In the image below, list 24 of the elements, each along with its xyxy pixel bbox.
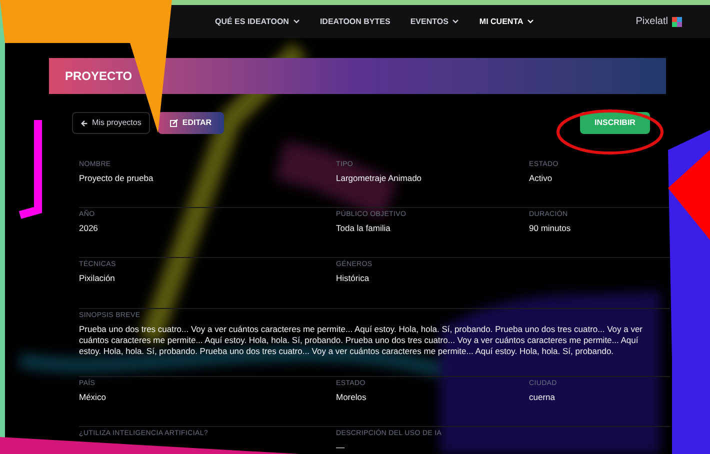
logo-icon bbox=[672, 16, 682, 26]
edit-icon bbox=[170, 119, 178, 127]
field-value: México bbox=[79, 392, 107, 402]
field-value: Toda la familia bbox=[336, 222, 392, 234]
field-value: 90 minutos bbox=[529, 222, 572, 234]
nav-link[interactable]: MI CUENTA bbox=[479, 16, 534, 28]
field-value: Prueba uno dos tres cuatro... Voy a ver cuántos caracteres me permite... Aquí estoy. Hola, hola. Sí, probando. Prueba uno dos tres cuatro... Voy a ver cuántos caracteres me permite... Aquí estoy. Hola, hola. Sí, probando. Prueba uno dos tres cuatro... Voy a ver cuántos caracteres me permite... Aquí estoy. Hola, hola. Sí, probando. Prueba uno dos tres cuatro... Voy a ver cuántos caracteres me permite... Aquí estoy. Hola, hola. Sí, probando. bbox=[79, 324, 644, 356]
nav-link[interactable]: EVENTOS bbox=[410, 16, 460, 28]
field-value: Activo bbox=[529, 172, 554, 184]
field-value: — bbox=[336, 442, 346, 452]
field-value: cuerna bbox=[529, 392, 556, 402]
edit-button[interactable]: EDITAR bbox=[158, 112, 224, 134]
arrow-left-icon bbox=[81, 120, 88, 126]
back-button[interactable]: Mis proyectos bbox=[72, 112, 150, 134]
field-value: Histórica bbox=[336, 272, 370, 284]
field-value: Morelos bbox=[336, 392, 368, 402]
nav-link[interactable]: IDEATOON BYTES bbox=[320, 16, 390, 28]
field-value: Proyecto de prueba bbox=[79, 172, 154, 184]
nav-link[interactable]: QUÉ ES IDEATOON bbox=[215, 16, 300, 28]
field-value: Pixilación bbox=[79, 272, 116, 284]
brand-name[interactable]: Pixelatl bbox=[636, 14, 668, 29]
panel-title: PROYECTO bbox=[65, 68, 132, 85]
field-value: 2026 bbox=[79, 222, 99, 234]
field-value: Largometraje Animado bbox=[336, 172, 423, 184]
